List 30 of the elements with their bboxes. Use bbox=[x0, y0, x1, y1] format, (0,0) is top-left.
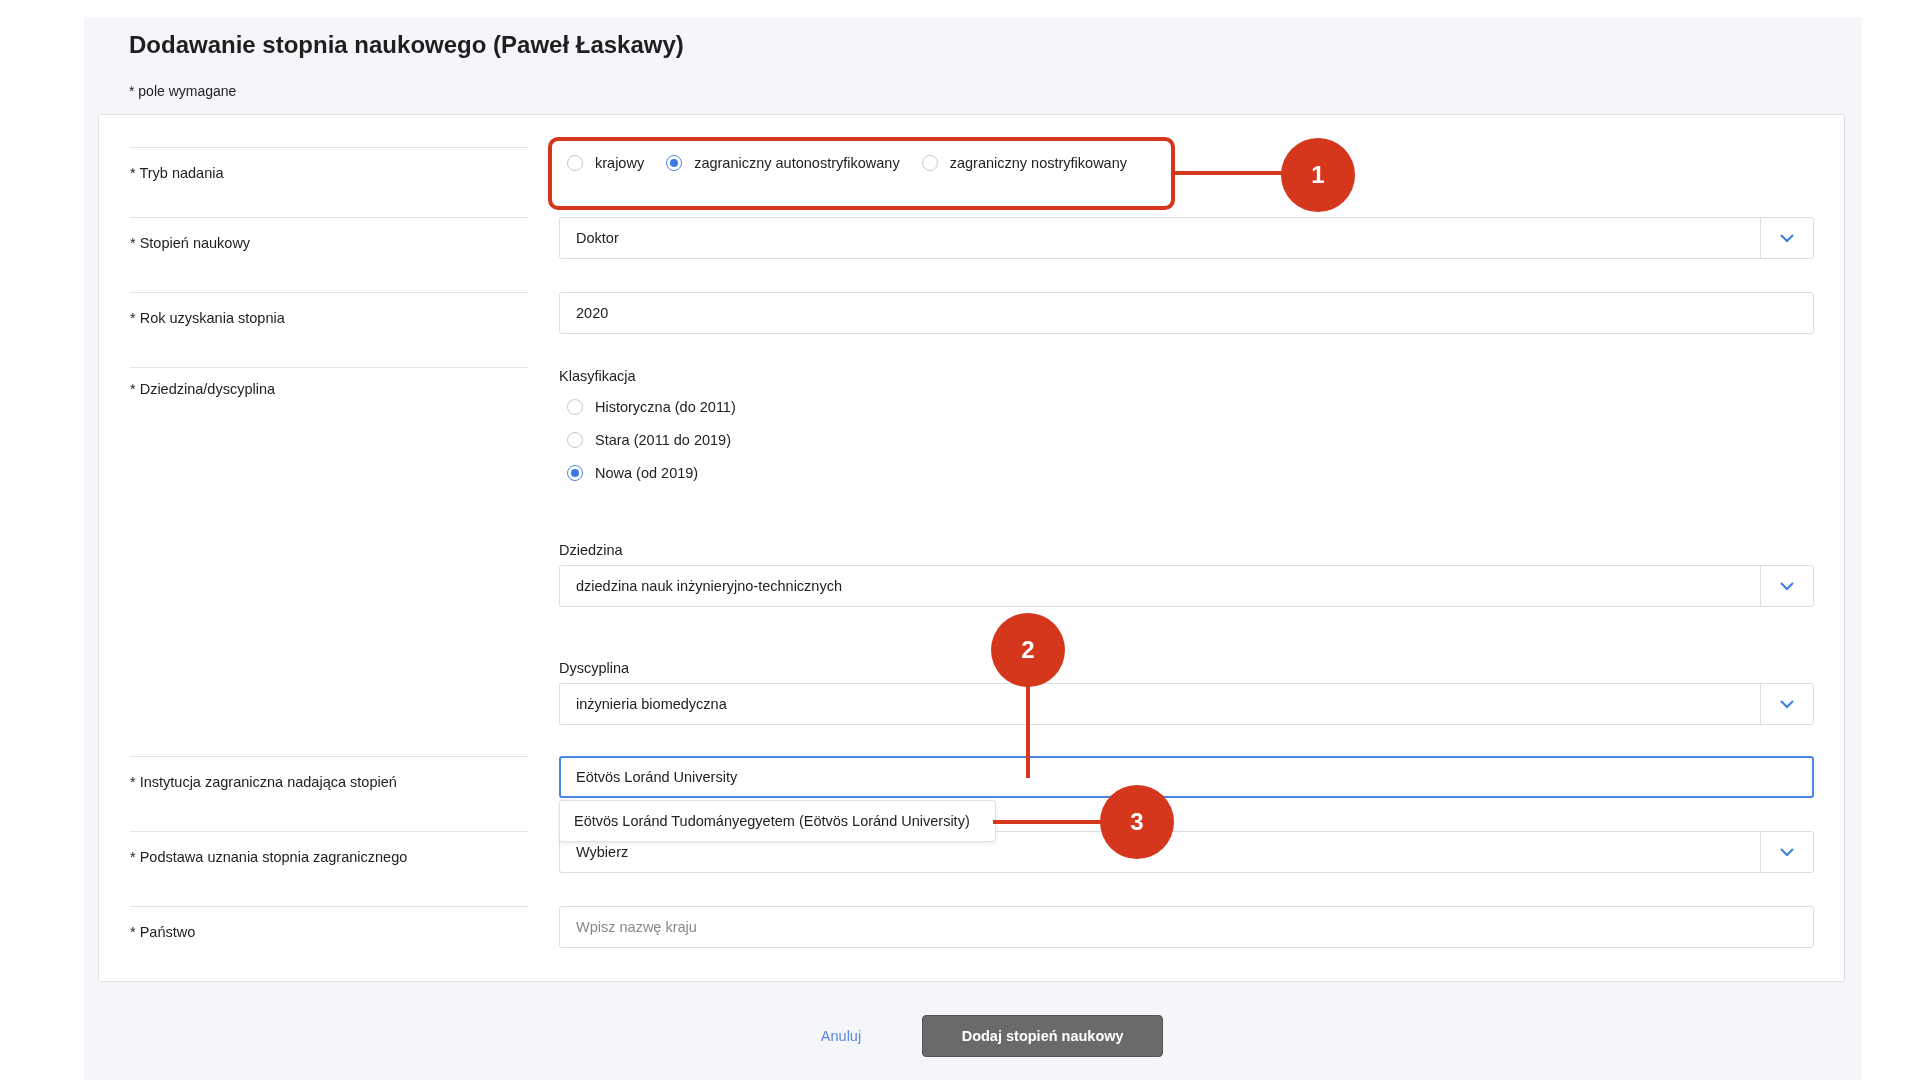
select-field[interactable]: Doktor bbox=[559, 217, 1814, 259]
select-field[interactable]: dziedzina nauk inżynieryjno-technicznych bbox=[559, 565, 1814, 607]
chevron-down-icon bbox=[1780, 233, 1794, 243]
select-field[interactable]: inżynieria biomedyczna bbox=[559, 683, 1814, 725]
chevron-down-icon bbox=[1780, 847, 1794, 857]
field-label: * Tryb nadania bbox=[130, 165, 224, 181]
field-label: * Stopień naukowy bbox=[130, 235, 251, 251]
submit-button[interactable]: Dodaj stopień naukowy bbox=[922, 1015, 1164, 1057]
chevron-down-icon bbox=[1780, 581, 1794, 591]
field-label: * Rok uzyskania stopnia bbox=[130, 310, 285, 326]
radio-option[interactable]: Nowa (od 2019) bbox=[567, 461, 1814, 485]
suggestion-item[interactable]: Eötvös Loránd Tudományegyetem (Eötvös Loránd University) bbox=[560, 801, 995, 841]
text-field[interactable]: 2020 bbox=[559, 292, 1814, 334]
field-label: * Państwo bbox=[130, 924, 196, 940]
radio-option[interactable]: Historyczna (do 2011) bbox=[567, 395, 1814, 419]
radio-option[interactable]: zagraniczny autonostryfikowany bbox=[666, 153, 900, 173]
text-field[interactable]: Eötvös Loránd University bbox=[559, 756, 1814, 798]
group-label: Klasyfikacja bbox=[559, 367, 637, 385]
required-note: * pole wymagane bbox=[129, 82, 238, 100]
radio-option[interactable]: Stara (2011 do 2019) bbox=[567, 428, 1814, 452]
select-label: Dziedzina bbox=[559, 541, 624, 559]
select-label: Dyscyplina bbox=[559, 659, 631, 677]
text-field[interactable]: Wpisz nazwę kraju bbox=[559, 906, 1814, 948]
field-label: * Instytucja zagraniczna nadająca stopień bbox=[130, 774, 397, 790]
field-label: * Dziedzina/dyscyplina bbox=[130, 381, 276, 397]
page-title: Dodawanie stopnia naukowego (Paweł Łaskawy) bbox=[129, 30, 685, 60]
chevron-down-icon bbox=[1780, 699, 1794, 709]
field-label: * Podstawa uznania stopnia zagranicznego bbox=[130, 849, 408, 865]
radio-option[interactable]: krajowy bbox=[567, 153, 645, 173]
radio-option[interactable]: zagraniczny nostryfikowany bbox=[921, 153, 1127, 173]
